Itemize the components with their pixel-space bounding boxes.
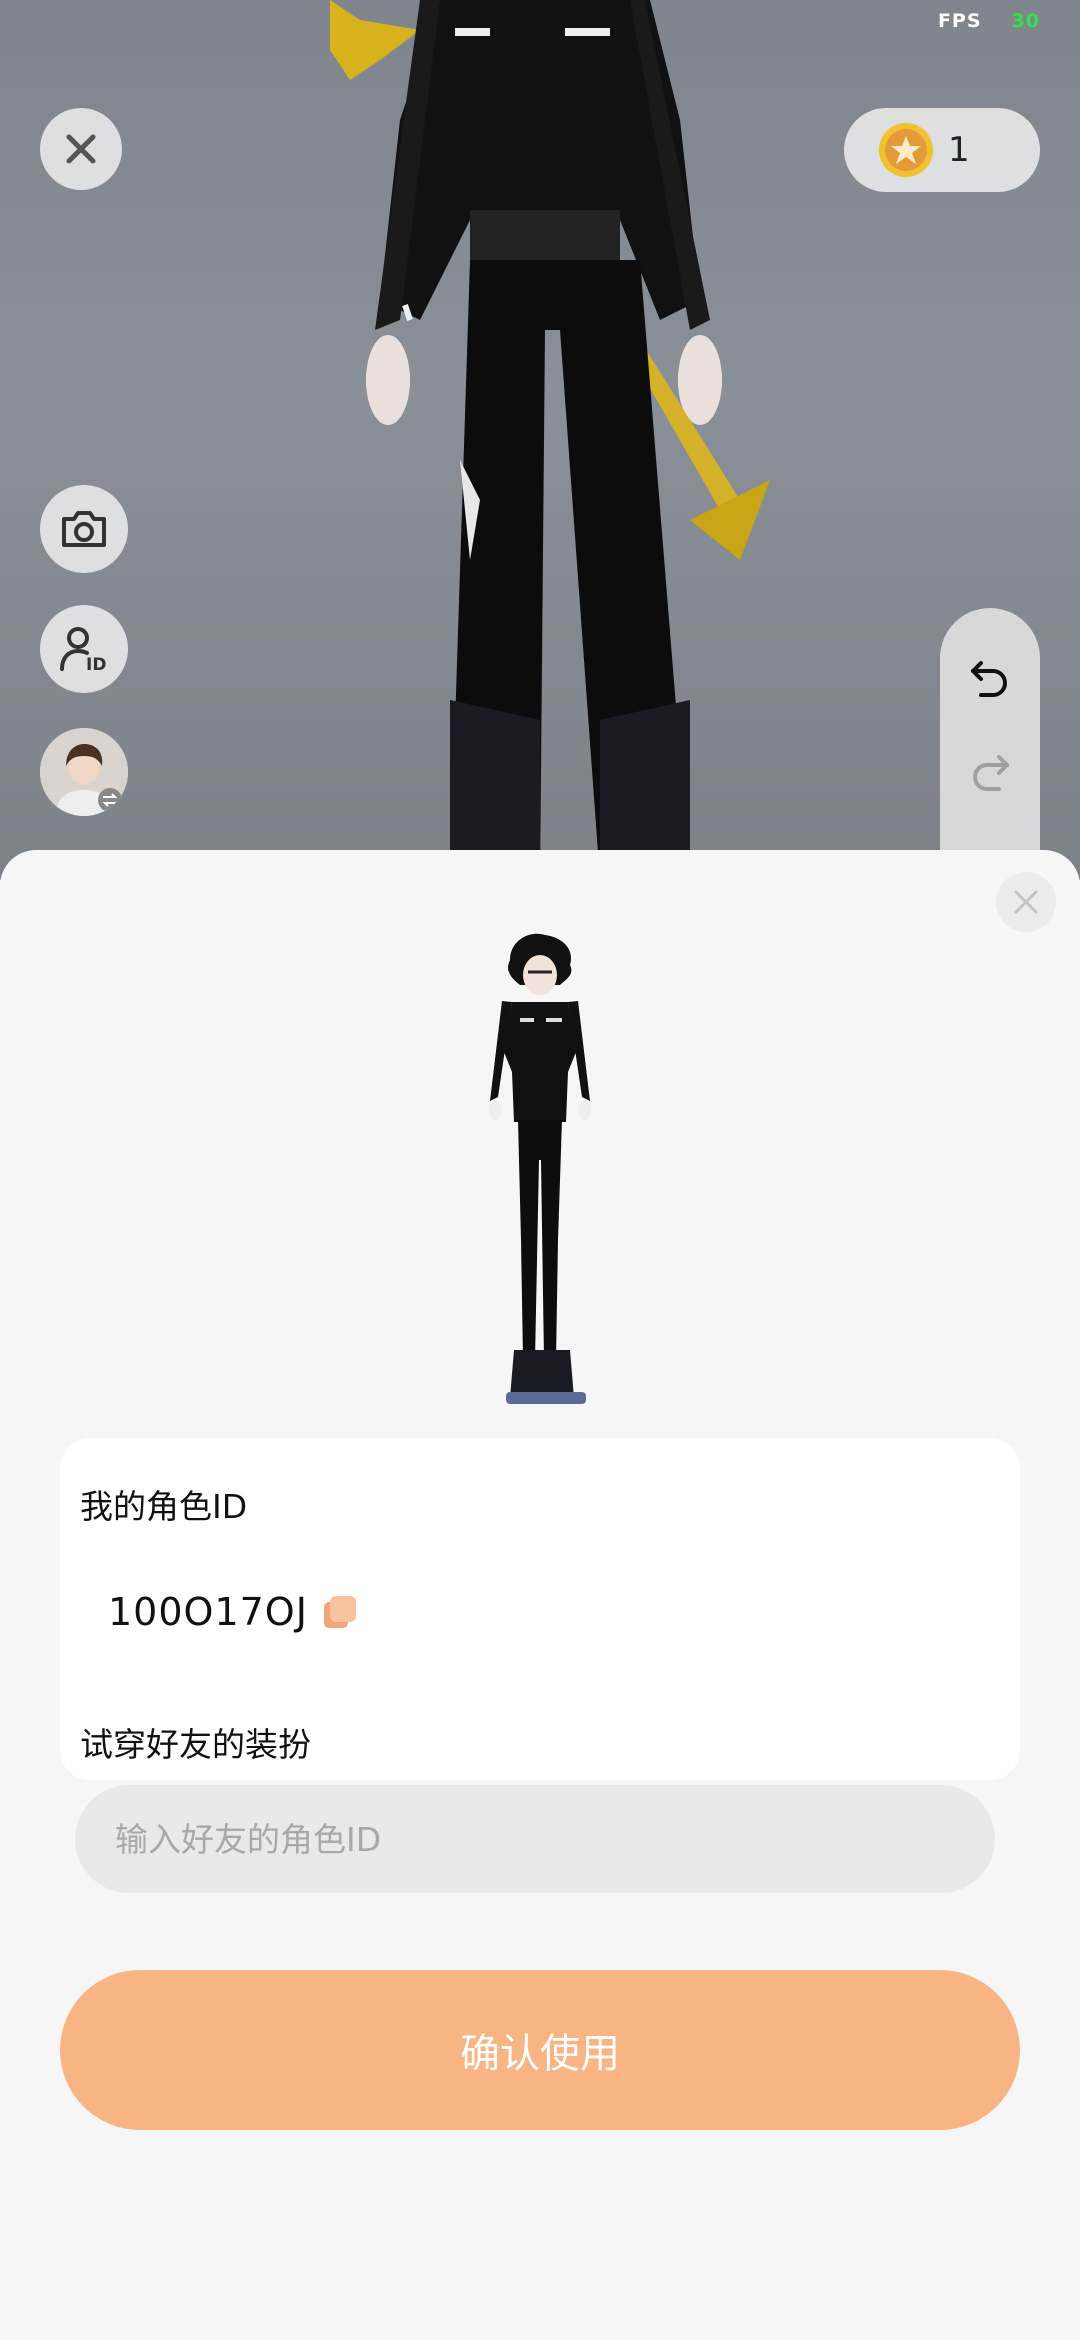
my-role-id-row: 100O17OJ: [108, 1590, 358, 1634]
avatar-swap-icon: [40, 728, 128, 816]
star-coin-icon: [879, 123, 933, 177]
redo-button[interactable]: [940, 730, 1040, 810]
camera-button[interactable]: [40, 485, 128, 573]
coin-count: 1: [948, 130, 970, 170]
copy-icon[interactable]: [322, 1594, 358, 1630]
role-id-button[interactable]: ID: [40, 605, 128, 693]
friend-role-id-input[interactable]: [75, 1785, 995, 1893]
coin-balance[interactable]: 1: [844, 108, 1040, 192]
my-role-id-value: 100O17OJ: [108, 1590, 308, 1634]
fps-counter: FPS 30: [938, 10, 1040, 32]
character-preview: [489, 933, 591, 1404]
try-friend-outfit-label: 试穿好友的装扮: [80, 1725, 311, 1764]
avatar-scene[interactable]: FPS 30 1 ID: [0, 0, 1080, 880]
fps-label: FPS: [937, 10, 982, 32]
role-id-card: 我的角色ID 100O17OJ 试穿好友的装扮: [60, 1438, 1020, 1780]
close-button[interactable]: [40, 108, 122, 190]
redo-icon: [973, 755, 1009, 791]
camera-icon: [62, 511, 106, 547]
sheet-close-button[interactable]: [996, 872, 1056, 932]
close-icon: [1014, 890, 1038, 914]
svg-text:ID: ID: [86, 655, 106, 675]
avatar-switch-button[interactable]: [40, 728, 128, 816]
user-id-icon: ID: [60, 627, 106, 675]
undo-button[interactable]: [940, 636, 1040, 716]
my-role-id-label: 我的角色ID: [80, 1487, 248, 1526]
undo-icon: [971, 661, 1007, 697]
fps-value: 30: [1011, 10, 1040, 32]
close-icon: [66, 134, 96, 164]
undo-redo-panel: [940, 608, 1040, 880]
confirm-use-button[interactable]: 确认使用: [60, 1970, 1020, 2130]
